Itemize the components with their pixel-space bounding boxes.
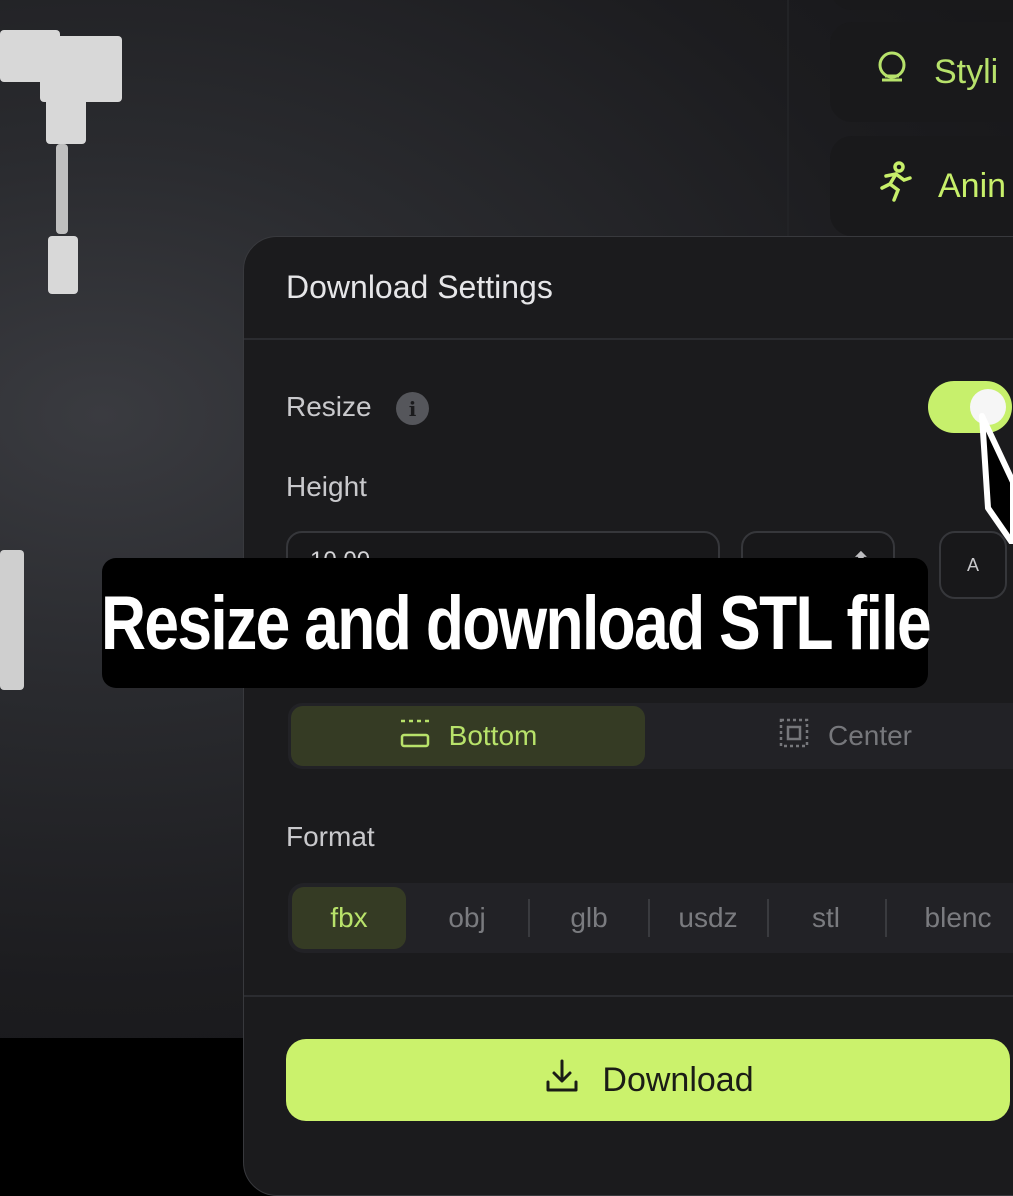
sidebar-divider [787,0,789,236]
model-stem [46,96,86,144]
model-weight [48,236,78,294]
running-person-icon [872,160,916,213]
info-icon[interactable]: i [396,392,429,425]
align-center-icon [778,717,810,756]
sidebar-button-top[interactable] [830,0,1013,10]
sidebar-button-animate-label: Anin [938,166,1007,205]
model-chain [56,144,68,234]
format-option-fbx[interactable]: fbx [292,887,406,949]
model-block [40,36,122,102]
format-option-glb[interactable]: glb [532,887,646,949]
format-selector: fbx obj glb usdz stl blenc [288,883,1013,953]
download-icon [542,1056,582,1105]
origin-selector: Bottom Center [288,703,1013,769]
format-option-blend[interactable]: blenc [888,887,1013,949]
height-label: Height [286,471,367,502]
align-bottom-icon [399,717,431,756]
download-settings-panel: Download Settings Resize i Height 10.00 … [243,236,1013,1196]
auto-frame-icon: A [966,554,979,575]
panel-title: Download Settings [286,269,553,305]
video-caption-text: Resize and download STL file [100,580,932,666]
download-button-label: Download [602,1060,754,1099]
origin-option-center-label: Center [827,720,913,751]
panel-divider-top [244,338,1013,340]
origin-option-bottom-label: Bottom [448,720,538,751]
format-divider [528,899,530,937]
sidebar-button-stylize-label: Styli [934,52,999,91]
resize-label: Resize [286,391,372,422]
model-stack [0,550,24,690]
format-label: Format [286,821,375,852]
format-option-obj[interactable]: obj [410,887,524,949]
video-caption: Resize and download STL file [100,558,932,688]
format-option-usdz[interactable]: usdz [650,887,766,949]
origin-option-bottom[interactable]: Bottom [291,706,645,766]
sidebar-button-stylize[interactable]: Styli [830,22,1013,122]
download-button[interactable]: Download [286,1039,1010,1121]
format-option-stl[interactable]: stl [769,887,883,949]
panel-divider-bottom [244,995,1013,997]
sidebar-button-animate[interactable]: Anin [830,136,1013,236]
mouse-cursor-icon [976,398,1013,549]
stylize-icon [872,48,912,97]
origin-option-center[interactable]: Center [668,706,1013,766]
format-divider [885,899,887,937]
